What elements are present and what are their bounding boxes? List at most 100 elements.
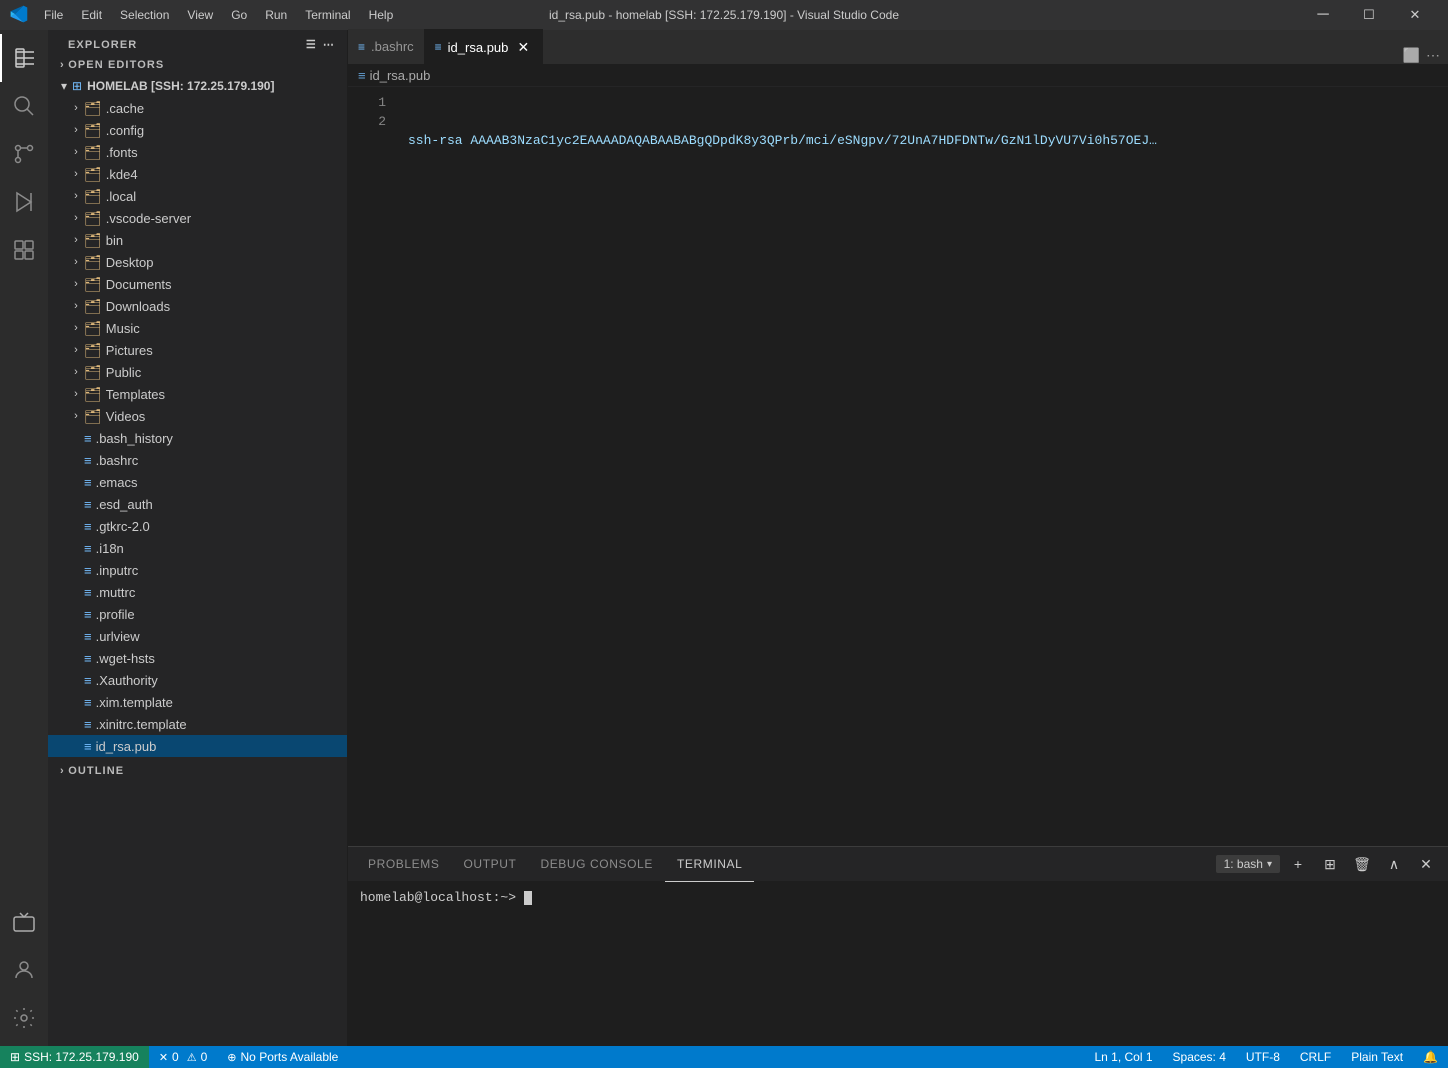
folder-kde4[interactable]: › 🗂 .kde4 xyxy=(48,163,347,185)
terminal-content[interactable]: homelab@localhost:~> xyxy=(348,882,1448,1046)
folder-templates[interactable]: › 🗂 Templates xyxy=(48,383,347,405)
file-profile[interactable]: ≡ .profile xyxy=(48,603,347,625)
file-inputrc[interactable]: ≡ .inputrc xyxy=(48,559,347,581)
editor-content[interactable]: 1 2 ssh-rsa AAAAB3NzaC1yc2EAAAADAQABAABA… xyxy=(348,87,1448,846)
extensions-activity-icon[interactable] xyxy=(0,226,48,274)
tab-debug-console[interactable]: DEBUG CONSOLE xyxy=(528,847,665,882)
status-line-ending[interactable]: CRLF xyxy=(1290,1046,1341,1068)
file-bash-history[interactable]: ≡ .bash_history xyxy=(48,427,347,449)
maximize-button[interactable]: ☐ xyxy=(1346,0,1392,30)
status-errors[interactable]: ✕ 0 ⚠ 0 xyxy=(149,1046,217,1068)
account-activity-icon[interactable] xyxy=(0,946,48,994)
root-folder[interactable]: ▾ ⊞ HOMELAB [SSH: 172.25.179.190] xyxy=(48,75,347,97)
tab-bashrc[interactable]: ≡ .bashrc xyxy=(348,29,425,64)
status-encoding[interactable]: UTF-8 xyxy=(1236,1046,1290,1068)
panel-close-icon[interactable]: ✕ xyxy=(1412,850,1440,878)
menu-terminal[interactable]: Terminal xyxy=(297,4,358,26)
folder-config[interactable]: › 🗂 .config xyxy=(48,119,347,141)
run-debug-activity-icon[interactable] xyxy=(0,178,48,226)
menu-selection[interactable]: Selection xyxy=(112,4,177,26)
more-actions-icon[interactable]: ⋯ xyxy=(1426,47,1440,64)
folder-local[interactable]: › 🗂 .local xyxy=(48,185,347,207)
terminal-selector-label: 1: bash xyxy=(1224,857,1263,871)
folder-vscode-server[interactable]: › 🗂 .vscode-server xyxy=(48,207,347,229)
file-emacs[interactable]: ≡ .emacs xyxy=(48,471,347,493)
new-folder-icon[interactable]: ⋯ xyxy=(323,38,335,51)
language-label: Plain Text xyxy=(1351,1050,1403,1064)
menu-file[interactable]: File xyxy=(36,4,71,26)
file-xinitrc-template[interactable]: ≡ .xinitrc.template xyxy=(48,713,347,735)
file-xim-template[interactable]: ≡ .xim.template xyxy=(48,691,347,713)
terminal-selector[interactable]: 1: bash ▾ xyxy=(1216,855,1280,873)
folder-bin[interactable]: › 🗂 bin xyxy=(48,229,347,251)
outline-chevron: › xyxy=(60,765,64,777)
file-profile-icon: ≡ xyxy=(84,607,92,622)
settings-activity-icon[interactable] xyxy=(0,994,48,1042)
file-id-rsa-pub-name: id_rsa.pub xyxy=(96,739,157,754)
menu-run[interactable]: Run xyxy=(257,4,295,26)
explorer-activity-icon[interactable] xyxy=(0,34,48,82)
file-gtkrc[interactable]: ≡ .gtkrc-2.0 xyxy=(48,515,347,537)
line-num-2: 2 xyxy=(348,112,386,131)
tab-output[interactable]: OUTPUT xyxy=(452,847,529,882)
search-activity-icon[interactable] xyxy=(0,82,48,130)
kill-terminal-icon[interactable]: 🗑 xyxy=(1348,850,1376,878)
new-terminal-icon[interactable]: + xyxy=(1284,850,1312,878)
file-urlview[interactable]: ≡ .urlview xyxy=(48,625,347,647)
code-content-2 xyxy=(408,188,416,207)
outline-section[interactable]: › OUTLINE xyxy=(48,761,347,781)
minimize-button[interactable]: ─ xyxy=(1300,0,1346,30)
menu-view[interactable]: View xyxy=(179,4,221,26)
folder-bin-chevron: › xyxy=(68,234,84,246)
folder-desktop[interactable]: › 🗂 Desktop xyxy=(48,251,347,273)
new-file-icon[interactable]: ☰ xyxy=(306,38,317,51)
folder-cache[interactable]: › 🗂 .cache xyxy=(48,97,347,119)
file-muttrc[interactable]: ≡ .muttrc xyxy=(48,581,347,603)
folder-fonts-name: .fonts xyxy=(106,145,138,160)
remote-activity-icon[interactable] xyxy=(0,898,48,946)
folder-pictures[interactable]: › 🗂 Pictures xyxy=(48,339,347,361)
status-no-ports[interactable]: ⊕ No Ports Available xyxy=(217,1046,348,1068)
panel-collapse-icon[interactable]: ∧ xyxy=(1380,850,1408,878)
status-language[interactable]: Plain Text xyxy=(1341,1046,1413,1068)
folder-public[interactable]: › 🗂 Public xyxy=(48,361,347,383)
tab-terminal[interactable]: TERMINAL xyxy=(665,847,754,882)
file-i18n[interactable]: ≡ .i18n xyxy=(48,537,347,559)
status-spaces[interactable]: Spaces: 4 xyxy=(1163,1046,1236,1068)
folder-pictures-icon: 🗂 xyxy=(84,342,102,359)
folder-fonts[interactable]: › 🗂 .fonts xyxy=(48,141,347,163)
status-notifications[interactable]: 🔔 xyxy=(1413,1046,1448,1068)
close-button[interactable]: ✕ xyxy=(1392,0,1438,30)
folder-cache-chevron: › xyxy=(68,102,84,114)
status-line-col[interactable]: Ln 1, Col 1 xyxy=(1084,1046,1162,1068)
menu-help[interactable]: Help xyxy=(361,4,402,26)
status-remote[interactable]: ⊞ SSH: 172.25.179.190 xyxy=(0,1046,149,1068)
folder-vscode-server-icon: 🗂 xyxy=(84,210,102,227)
folder-fonts-icon: 🗂 xyxy=(84,144,102,161)
ports-label: No Ports Available xyxy=(241,1050,339,1064)
tab-id-rsa-pub-close[interactable]: ✕ xyxy=(514,38,532,56)
file-esd-auth[interactable]: ≡ .esd_auth xyxy=(48,493,347,515)
menu-go[interactable]: Go xyxy=(223,4,255,26)
editor-text[interactable]: ssh-rsa AAAAB3NzaC1yc2EAAAADAQABAABABgQD… xyxy=(398,87,1448,846)
file-xauthority[interactable]: ≡ .Xauthority xyxy=(48,669,347,691)
split-editor-icon[interactable]: ⬜ xyxy=(1403,47,1420,64)
folder-videos[interactable]: › 🗂 Videos xyxy=(48,405,347,427)
tab-id-rsa-pub[interactable]: ≡ id_rsa.pub ✕ xyxy=(425,29,544,64)
menu-edit[interactable]: Edit xyxy=(73,4,110,26)
file-gtkrc-icon: ≡ xyxy=(84,519,92,534)
folder-templates-chevron: › xyxy=(68,388,84,400)
open-editors-section[interactable]: › OPEN EDITORS xyxy=(48,55,347,75)
folder-music[interactable]: › 🗂 Music xyxy=(48,317,347,339)
tab-problems[interactable]: PROBLEMS xyxy=(356,847,452,882)
split-terminal-icon[interactable]: ⊞ xyxy=(1316,850,1344,878)
file-id-rsa-pub[interactable]: ≡ id_rsa.pub xyxy=(48,735,347,757)
window-title: id_rsa.pub - homelab [SSH: 172.25.179.19… xyxy=(549,8,899,22)
file-wget-hsts[interactable]: ≡ .wget-hsts xyxy=(48,647,347,669)
folder-documents[interactable]: › 🗂 Documents xyxy=(48,273,347,295)
file-bashrc[interactable]: ≡ .bashrc xyxy=(48,449,347,471)
folder-downloads[interactable]: › 🗂 Downloads xyxy=(48,295,347,317)
line-ending-label: CRLF xyxy=(1300,1050,1331,1064)
source-control-activity-icon[interactable] xyxy=(0,130,48,178)
breadcrumb-text: id_rsa.pub xyxy=(370,68,431,83)
